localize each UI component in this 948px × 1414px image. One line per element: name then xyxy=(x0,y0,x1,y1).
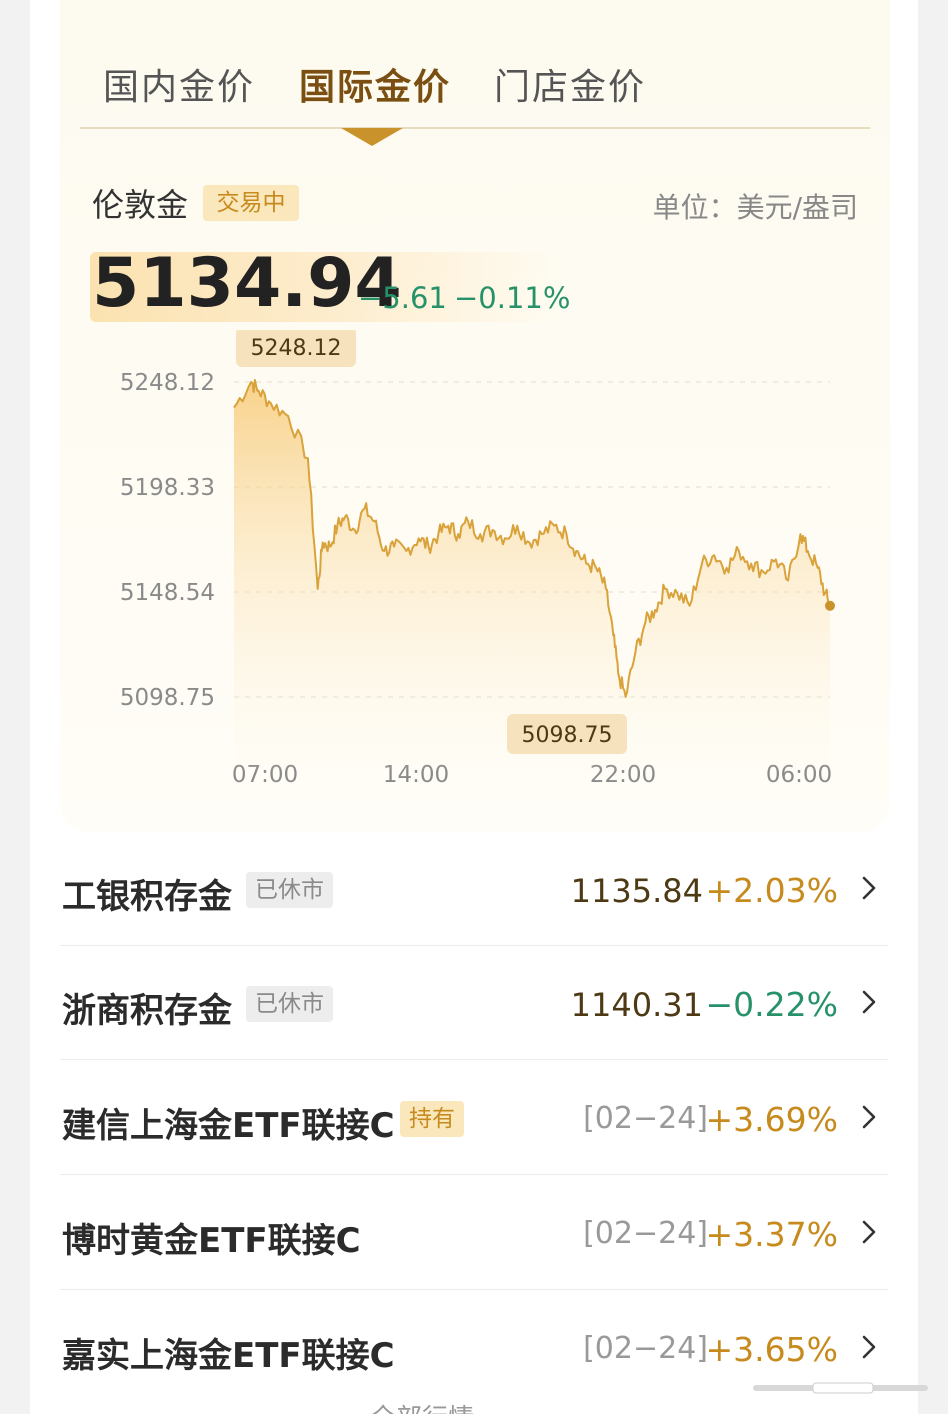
instrument-name: 伦敦金 xyxy=(92,186,189,224)
status-badge: 交易中 xyxy=(203,185,299,221)
product-name: 嘉实上海金ETF联接C xyxy=(62,1336,395,1376)
product-row-ccb-etf[interactable]: 建信上海金ETF联接C 持有 [02−24] +3.69% xyxy=(60,1061,888,1175)
product-name: 工银积存金 xyxy=(62,877,232,917)
chevron-right-icon xyxy=(862,990,876,1014)
product-date: [02−24] xyxy=(583,1101,708,1136)
svg-text:5098.75: 5098.75 xyxy=(522,723,613,748)
product-change-percent: +3.37% xyxy=(705,1215,838,1254)
scroll-indicator xyxy=(753,1382,928,1394)
product-row-czb[interactable]: 浙商积存金 已休市 1140.31 −0.22% xyxy=(60,946,888,1060)
product-change-percent: +3.69% xyxy=(705,1100,838,1139)
y-tick-label: 5148.54 xyxy=(120,580,215,606)
tab-international-gold[interactable]: 国际金价 xyxy=(299,58,451,110)
product-price: 1140.31 xyxy=(570,986,703,1024)
y-tick-label: 5198.33 xyxy=(120,475,215,501)
product-row-bosera-etf[interactable]: 博时黄金ETF联接C [02−24] +3.37% xyxy=(60,1176,888,1290)
chevron-right-icon xyxy=(862,1105,876,1129)
all-quotes-link[interactable]: 全部行情 › xyxy=(370,1398,493,1414)
price-area xyxy=(234,380,830,770)
product-price: 1135.84 xyxy=(570,872,703,910)
market-closed-badge: 已休市 xyxy=(246,872,333,908)
product-date: [02−24] xyxy=(583,1331,708,1366)
active-tab-indicator xyxy=(341,128,403,146)
price-change: −5.61 xyxy=(358,281,447,315)
holding-badge: 持有 xyxy=(400,1101,464,1137)
unit-label: 单位：美元/盎司 xyxy=(652,191,858,224)
tab-bar: 国内金价 国际金价 门店金价 xyxy=(103,58,893,108)
product-change-percent: −0.22% xyxy=(705,985,838,1024)
product-change-percent: +3.65% xyxy=(705,1330,838,1369)
chevron-right-icon xyxy=(862,876,876,900)
product-name: 博时黄金ETF联接C xyxy=(62,1221,361,1261)
min-price-label: 5098.75 xyxy=(507,714,627,754)
y-tick-label: 5098.75 xyxy=(120,685,215,711)
svg-text:5248.12: 5248.12 xyxy=(251,336,342,361)
current-price-dot xyxy=(825,600,835,611)
product-date: [02−24] xyxy=(583,1216,708,1251)
chevron-right-icon xyxy=(862,1335,876,1359)
tab-divider xyxy=(80,127,870,129)
market-closed-badge: 已休市 xyxy=(246,986,333,1022)
tab-domestic-gold[interactable]: 国内金价 xyxy=(103,58,255,110)
product-change-percent: +2.03% xyxy=(705,871,838,910)
y-tick-label: 5248.12 xyxy=(120,370,215,396)
product-name: 浙商积存金 xyxy=(62,991,232,1031)
price-chart[interactable]: 5248.125198.335148.545098.75 07:00 14:00 2… xyxy=(0,330,948,810)
max-price-label: 5248.12 xyxy=(236,330,356,367)
price-change-percent: −0.11% xyxy=(454,281,571,315)
product-row-icbc[interactable]: 工银积存金 已休市 1135.84 +2.03% xyxy=(60,832,888,946)
chevron-right-icon xyxy=(862,1220,876,1244)
y-axis: 5248.12 5198.33 5148.54 5098.75 xyxy=(120,370,215,711)
current-price: 5134.94 xyxy=(92,244,402,323)
tab-store-gold[interactable]: 门店金价 xyxy=(494,58,646,110)
product-name: 建信上海金ETF联接C xyxy=(62,1106,395,1146)
